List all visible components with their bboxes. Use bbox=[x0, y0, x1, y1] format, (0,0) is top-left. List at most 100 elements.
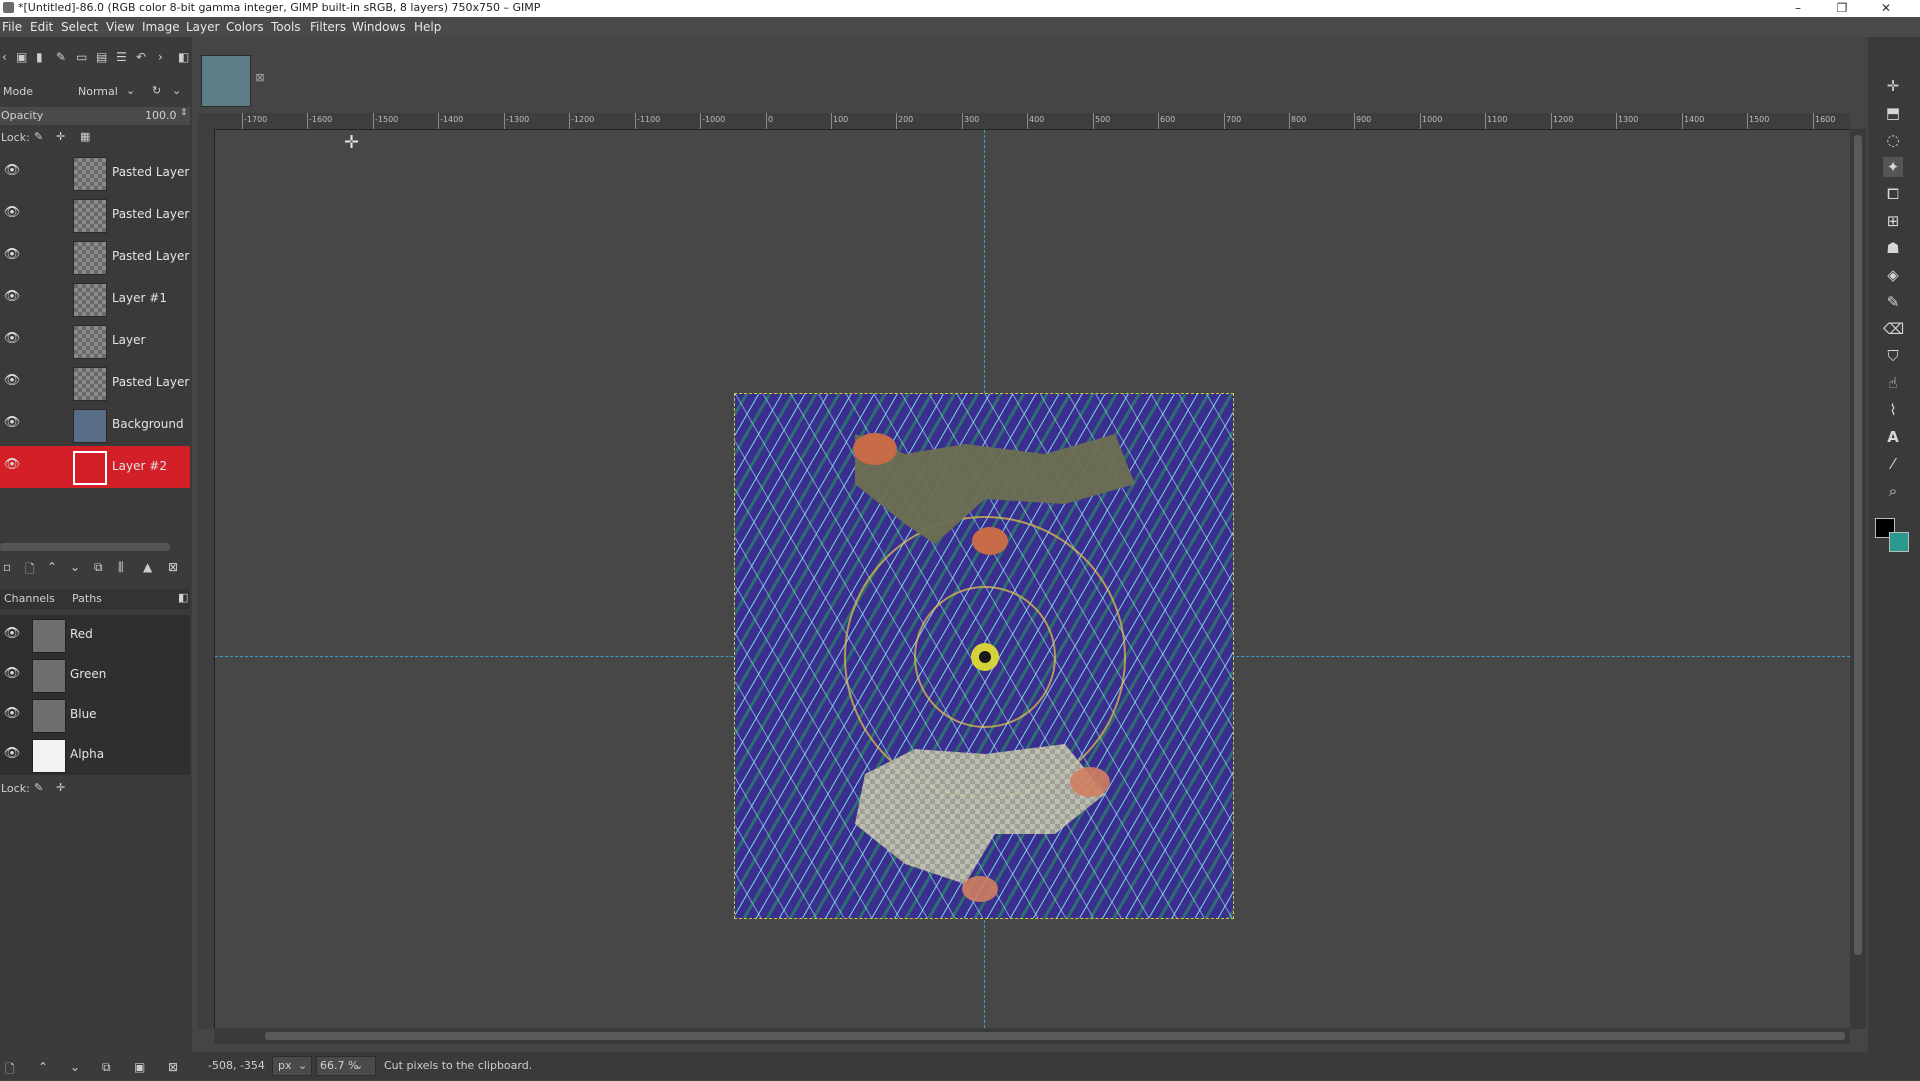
layers-scrollbar[interactable] bbox=[0, 543, 170, 551]
delete-layer-icon[interactable]: ⊠ bbox=[168, 560, 178, 574]
channel-row[interactable]: 👁 Green bbox=[0, 655, 190, 695]
eye-icon[interactable]: 👁 bbox=[3, 290, 21, 304]
lock-position-icon[interactable]: ✛ bbox=[56, 130, 65, 143]
transform-icon[interactable]: ⊞ bbox=[1883, 211, 1903, 231]
paths-icon[interactable]: ⌇ bbox=[1883, 400, 1903, 420]
layer-row[interactable]: 👁 Background bbox=[0, 404, 190, 446]
ruler-corner[interactable] bbox=[198, 113, 214, 129]
layer-name[interactable]: Pasted Layer bbox=[112, 165, 189, 179]
layer-row[interactable]: 👁 Pasted Layer bbox=[0, 362, 190, 404]
layer-row-selected[interactable]: 👁 Layer #2 bbox=[0, 446, 190, 488]
unit-value[interactable]: px bbox=[278, 1059, 292, 1072]
undo-history-tab-icon[interactable]: ↶ bbox=[136, 50, 146, 64]
color-picker-icon[interactable]: ⁄ bbox=[1883, 454, 1903, 474]
crop-icon[interactable]: ⧠ bbox=[1883, 184, 1903, 204]
clone-icon[interactable]: ⛉ bbox=[1883, 346, 1903, 366]
delete-channel-icon[interactable]: ⊠ bbox=[168, 1060, 178, 1074]
menu-help[interactable]: Help bbox=[414, 20, 441, 34]
menu-select[interactable]: Select bbox=[61, 20, 98, 34]
fuzzy-select-icon[interactable]: ✦ bbox=[1883, 157, 1903, 177]
move-tool-icon[interactable]: ✛ bbox=[1883, 76, 1903, 96]
eye-icon[interactable]: 👁 bbox=[3, 164, 21, 178]
eye-icon[interactable]: 👁 bbox=[3, 416, 21, 430]
layer-row[interactable]: 👁 Pasted Layer bbox=[0, 236, 190, 278]
layer-name[interactable]: Pasted Layer bbox=[112, 249, 189, 263]
channel-name[interactable]: Red bbox=[70, 627, 93, 641]
eye-icon[interactable]: 👁 bbox=[3, 747, 21, 761]
mask-layer-icon[interactable]: ▲ bbox=[143, 560, 152, 574]
bucket-fill-icon[interactable]: ◈ bbox=[1883, 265, 1903, 285]
menu-layer[interactable]: Layer bbox=[186, 20, 219, 34]
channel-row[interactable]: 👁 Red bbox=[0, 615, 190, 655]
close-button[interactable]: ✕ bbox=[1866, 0, 1906, 17]
lower-channel-icon[interactable]: ⌄ bbox=[70, 1060, 80, 1074]
vertical-ruler[interactable] bbox=[198, 129, 215, 1029]
horizontal-scroll-thumb[interactable] bbox=[265, 1032, 1845, 1040]
chevron-down-icon[interactable]: ⌄ bbox=[172, 84, 181, 97]
tab-paths[interactable]: Paths bbox=[72, 592, 102, 605]
maximize-button[interactable]: ❐ bbox=[1822, 0, 1862, 17]
layer-name[interactable]: Layer #2 bbox=[112, 459, 167, 473]
eye-icon[interactable]: 👁 bbox=[3, 667, 21, 681]
opacity-slider[interactable]: Opacity 100.0 ⇕ bbox=[0, 107, 190, 125]
background-color-swatch[interactable] bbox=[1889, 532, 1909, 552]
raise-channel-icon[interactable]: ⌃ bbox=[38, 1060, 48, 1074]
palette-tab-icon[interactable]: ▮ bbox=[36, 50, 43, 64]
menu-colors[interactable]: Colors bbox=[226, 20, 264, 34]
layer-row[interactable]: 👁 Layer #1 bbox=[0, 278, 190, 320]
dock-menu-icon[interactable]: ◧ bbox=[178, 591, 188, 604]
duplicate-channel-icon[interactable]: ⧉ bbox=[102, 1060, 111, 1075]
vertical-scroll-thumb[interactable] bbox=[1854, 135, 1862, 955]
image-canvas[interactable] bbox=[734, 393, 1234, 919]
menu-windows[interactable]: Windows bbox=[352, 20, 406, 34]
raise-layer-icon[interactable]: ⌃ bbox=[47, 560, 57, 574]
text-icon[interactable]: A bbox=[1883, 427, 1903, 447]
layer-row[interactable]: 👁 Pasted Layer bbox=[0, 152, 190, 194]
new-layer-icon[interactable]: 🗋 bbox=[25, 560, 35, 581]
tab-right-arrow-icon[interactable]: › bbox=[158, 50, 163, 64]
menu-file[interactable]: File bbox=[2, 20, 22, 34]
font-tab-icon[interactable]: ▤ bbox=[96, 50, 107, 64]
align-tool-icon[interactable]: ⬒ bbox=[1883, 103, 1903, 123]
layer-name[interactable]: Layer bbox=[112, 333, 145, 347]
eye-icon[interactable]: 👁 bbox=[3, 458, 21, 472]
layer-row[interactable]: 👁 Layer bbox=[0, 320, 190, 362]
lock-pixels-icon[interactable]: ✎ bbox=[34, 130, 43, 143]
horizontal-ruler[interactable]: -1700 -1600 -1500 -1400 -1300 -1200 -1100 -1000… bbox=[214, 113, 1850, 130]
eye-icon[interactable]: 👁 bbox=[3, 707, 21, 721]
menu-image[interactable]: Image bbox=[142, 20, 180, 34]
close-icon[interactable]: ⊠ bbox=[254, 72, 266, 84]
menu-edit[interactable]: Edit bbox=[30, 20, 53, 34]
channel-name[interactable]: Blue bbox=[70, 707, 97, 721]
menu-view[interactable]: View bbox=[106, 20, 134, 34]
zoom-value[interactable]: 66.7 % bbox=[320, 1059, 358, 1072]
warp-icon[interactable]: ☗ bbox=[1883, 238, 1903, 258]
tool-options-tab-icon[interactable]: ▣ bbox=[16, 50, 27, 64]
smudge-icon[interactable]: ☝ bbox=[1883, 373, 1903, 393]
channel-to-selection-icon[interactable]: ▣ bbox=[134, 1060, 145, 1074]
menu-filters[interactable]: Filters bbox=[310, 20, 346, 34]
channel-row[interactable]: 👁 Alpha bbox=[0, 735, 190, 775]
eye-icon[interactable]: 👁 bbox=[3, 206, 21, 220]
layers-tab-icon[interactable]: ☰ bbox=[116, 50, 127, 64]
lock-pixels-icon[interactable]: ✎ bbox=[34, 781, 43, 794]
merge-layer-icon[interactable]: ⫼ bbox=[118, 560, 124, 575]
new-layer-group-icon[interactable]: ▫ bbox=[3, 560, 11, 574]
layer-name[interactable]: Pasted Layer bbox=[112, 375, 189, 389]
menu-tools[interactable]: Tools bbox=[271, 20, 301, 34]
layer-row[interactable]: 👁 Pasted Layer bbox=[0, 194, 190, 236]
eye-icon[interactable]: 👁 bbox=[3, 248, 21, 262]
dock-menu-icon[interactable]: ◧ bbox=[178, 50, 189, 64]
tab-left-arrow-icon[interactable]: ‹ bbox=[2, 50, 7, 64]
chevron-down-icon[interactable]: ⌄ bbox=[126, 84, 135, 97]
duplicate-layer-icon[interactable]: ⧉ bbox=[94, 560, 103, 575]
eye-icon[interactable]: 👁 bbox=[3, 374, 21, 388]
chevron-down-icon[interactable]: ⌄ bbox=[298, 1059, 307, 1072]
new-channel-icon[interactable]: 🗋 bbox=[5, 1060, 15, 1081]
free-select-icon[interactable]: ◌ bbox=[1883, 130, 1903, 150]
lock-alpha-icon[interactable]: ▦ bbox=[80, 130, 90, 143]
layer-name[interactable]: Pasted Layer bbox=[112, 207, 189, 221]
channel-name[interactable]: Green bbox=[70, 667, 106, 681]
opacity-value[interactable]: 100.0 bbox=[145, 109, 177, 122]
minimize-button[interactable]: – bbox=[1778, 0, 1818, 17]
